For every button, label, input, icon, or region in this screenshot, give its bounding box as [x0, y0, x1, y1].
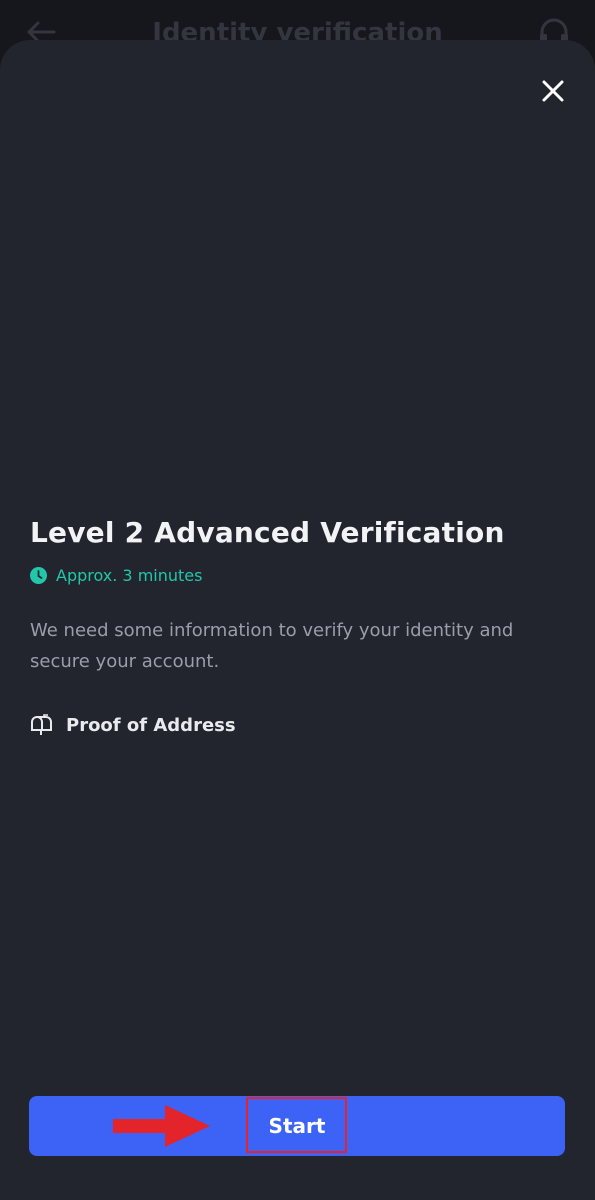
page: Identity verification Level 2 Advanced V…	[0, 0, 595, 1200]
mailbox-icon	[30, 714, 53, 737]
verification-sheet: Level 2 Advanced Verification Approx. 3 …	[0, 40, 595, 1200]
time-estimate: Approx. 3 minutes	[30, 566, 202, 585]
time-estimate-text: Approx. 3 minutes	[56, 566, 203, 585]
sheet-title: Level 2 Advanced Verification	[30, 516, 505, 549]
red-arrow-icon	[113, 1105, 211, 1147]
description-text: We need some information to verify your …	[30, 620, 514, 672]
requirement-item: Proof of Address	[30, 714, 236, 737]
start-button[interactable]: Start	[29, 1096, 565, 1156]
close-icon[interactable]	[539, 77, 567, 105]
requirement-label: Proof of Address	[66, 715, 236, 736]
clock-icon	[30, 567, 47, 584]
highlight-box	[246, 1097, 347, 1153]
